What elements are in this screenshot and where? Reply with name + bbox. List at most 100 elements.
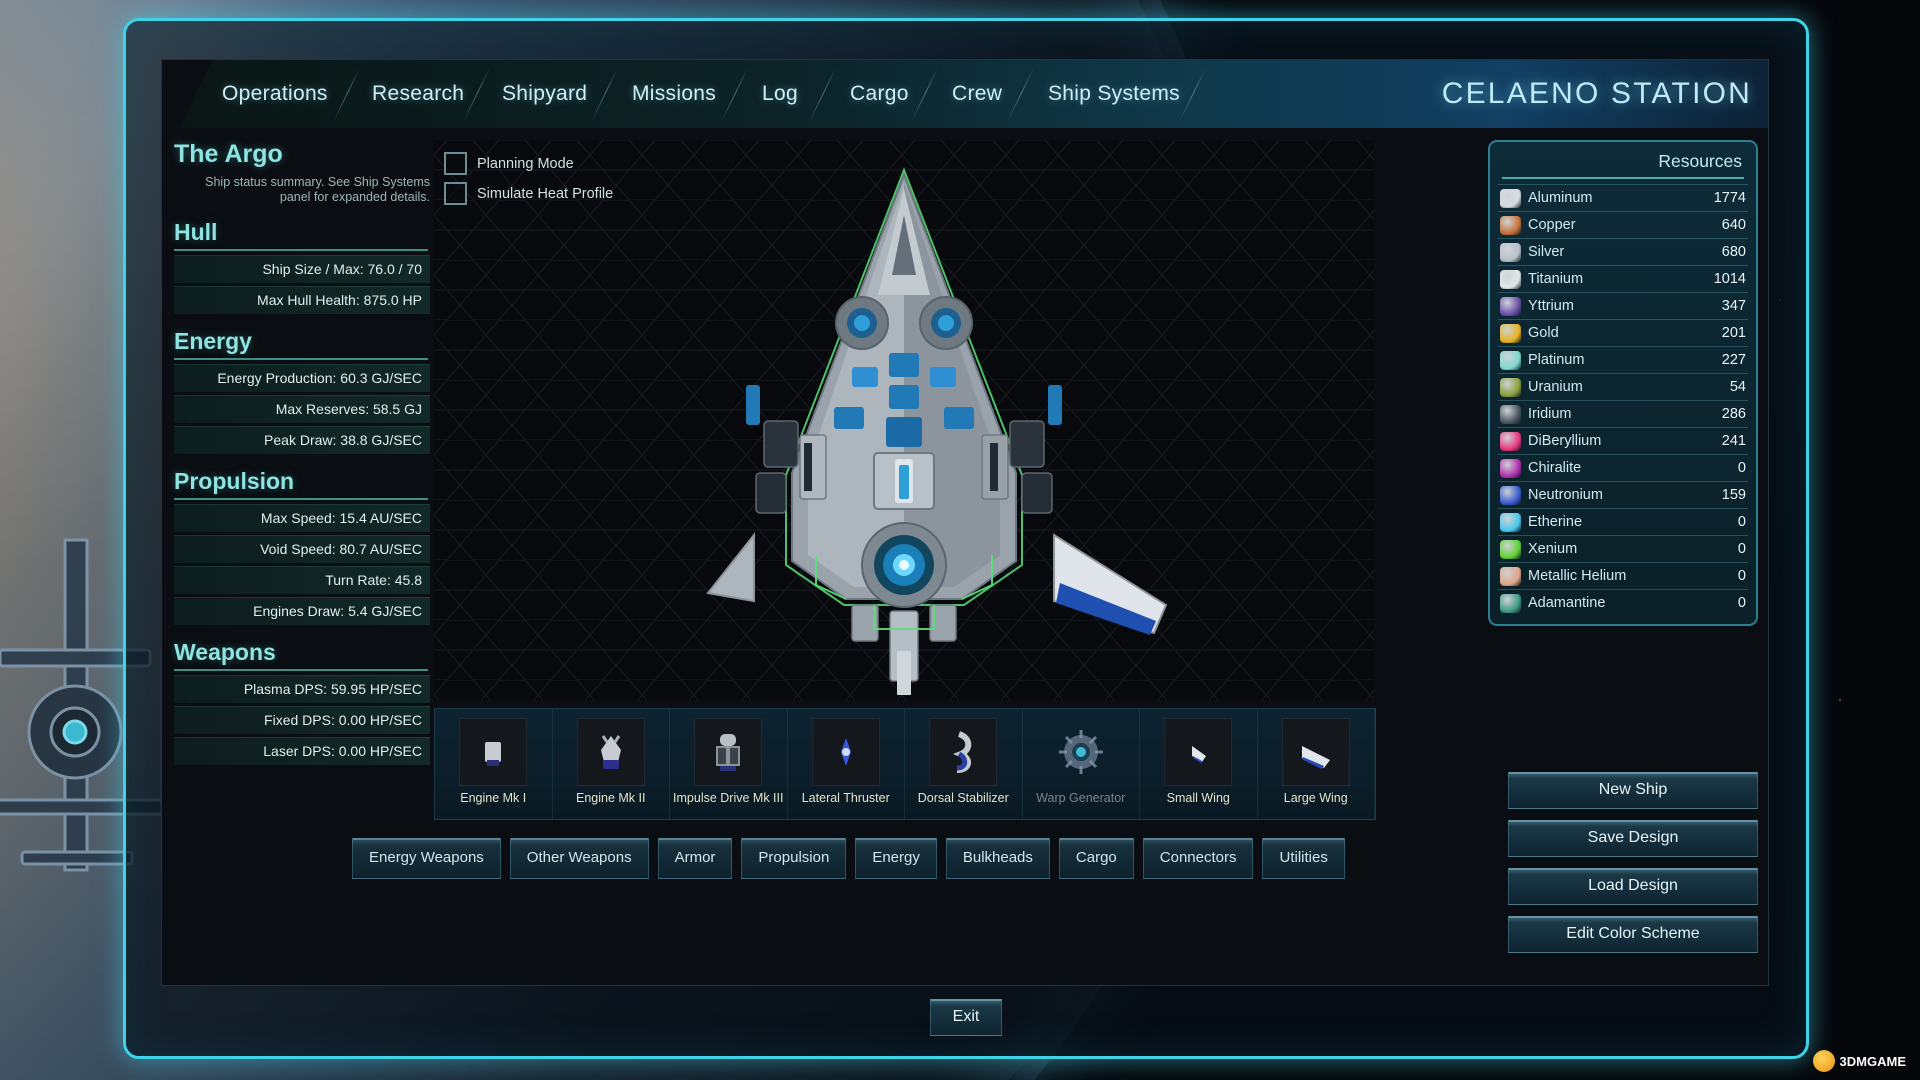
nav-item-ship-systems[interactable]: Ship Systems — [1048, 60, 1180, 128]
resource-row[interactable]: DiBeryllium 241 — [1498, 427, 1748, 454]
palette-item-label: Small Wing — [1166, 791, 1230, 805]
resource-row[interactable]: Gold 201 — [1498, 319, 1748, 346]
resource-name: Yttrium — [1528, 298, 1574, 314]
save-design-button[interactable]: Save Design — [1508, 820, 1758, 857]
new-ship-button[interactable]: New Ship — [1508, 772, 1758, 809]
category-tab-cargo[interactable]: Cargo — [1058, 838, 1134, 879]
stat-section-title: Hull — [174, 219, 218, 245]
stat-row: Plasma DPS: 59.95 HP/SEC — [174, 675, 430, 703]
palette-item-label: Lateral Thruster — [801, 791, 890, 805]
dorsal-stabilizer-icon — [929, 718, 998, 786]
resource-value: 286 — [1721, 406, 1746, 422]
ship-name: The Argo — [174, 140, 283, 168]
large-wing-icon — [1281, 718, 1350, 786]
nav-item-research[interactable]: Research — [372, 60, 464, 128]
category-tab-bulkheads[interactable]: Bulkheads — [945, 838, 1050, 879]
palette-item-label: Engine Mk I — [460, 791, 527, 805]
resource-icon — [1500, 269, 1521, 289]
resource-value: 54 — [1729, 379, 1746, 395]
ship-blueprint[interactable] — [434, 140, 1374, 700]
resource-row[interactable]: Etherine 0 — [1498, 508, 1748, 535]
resource-value: 1774 — [1713, 190, 1746, 206]
resource-row[interactable]: Aluminum 1774 — [1498, 184, 1748, 211]
stat-row: Engines Draw: 5.4 GJ/SEC — [174, 597, 430, 625]
resource-row[interactable]: Chiralite 0 — [1498, 454, 1748, 481]
category-tab-energy[interactable]: Energy — [855, 838, 937, 879]
resource-value: 347 — [1721, 298, 1746, 314]
stat-row: Void Speed: 80.7 AU/SEC — [174, 535, 430, 563]
edit-color-scheme-button[interactable]: Edit Color Scheme — [1508, 916, 1758, 953]
resource-value: 227 — [1721, 352, 1746, 368]
checkbox-box[interactable] — [444, 182, 467, 205]
resource-row[interactable]: Titanium 1014 — [1498, 265, 1748, 292]
resource-name: Titanium — [1528, 271, 1584, 287]
resource-row[interactable]: Adamantine 0 — [1498, 589, 1748, 616]
resources-title: Resources — [1658, 151, 1742, 171]
resources-list: Aluminum 1774 Copper 640 Silver 680 Titanium 10… — [1498, 184, 1748, 616]
nav-item-log[interactable]: Log — [762, 60, 798, 128]
resource-row[interactable]: Yttrium 347 — [1498, 292, 1748, 319]
resource-name: Xenium — [1528, 541, 1578, 557]
divider — [174, 249, 428, 251]
category-tab-other-weapons[interactable]: Other Weapons — [509, 838, 649, 879]
resource-name: DiBeryllium — [1528, 433, 1602, 449]
ship-design-viewport[interactable]: Planning Mode Simulate Heat Profile — [434, 140, 1374, 700]
stat-row: Peak Draw: 38.8 GJ/SEC — [174, 426, 430, 454]
nav-item-shipyard[interactable]: Shipyard — [502, 60, 587, 128]
exit-button[interactable]: Exit — [930, 999, 1002, 1036]
checkbox-box[interactable] — [444, 152, 467, 175]
resource-row[interactable]: Iridium 286 — [1498, 400, 1748, 427]
nav-separator — [1006, 68, 1035, 122]
nav-item-operations[interactable]: Operations — [222, 60, 328, 128]
resource-row[interactable]: Platinum 227 — [1498, 346, 1748, 373]
resources-panel: Resources Aluminum 1774 Copper 640 Silver 680… — [1488, 140, 1758, 626]
palette-item-engine-mk-i[interactable]: Engine Mk I — [435, 709, 553, 819]
resource-row[interactable]: Metallic Helium 0 — [1498, 562, 1748, 589]
resource-value: 0 — [1737, 541, 1746, 557]
resource-row[interactable]: Xenium 0 — [1498, 535, 1748, 562]
resource-name: Platinum — [1528, 352, 1585, 368]
resource-name: Neutronium — [1528, 487, 1603, 503]
resource-icon — [1500, 566, 1521, 586]
main-navigation: Operations Research Shipyard Missions Lo… — [162, 60, 1768, 128]
resource-icon — [1500, 539, 1521, 559]
resource-row[interactable]: Silver 680 — [1498, 238, 1748, 265]
category-tab-propulsion[interactable]: Propulsion — [741, 838, 847, 879]
resource-name: Metallic Helium — [1528, 568, 1627, 584]
watermark: 3DMGAME — [1812, 1050, 1906, 1072]
load-design-button[interactable]: Load Design — [1508, 868, 1758, 905]
nav-item-missions[interactable]: Missions — [632, 60, 716, 128]
category-tab-utilities[interactable]: Utilities — [1262, 838, 1345, 879]
resource-icon — [1500, 593, 1521, 613]
simulate-heat-profile-checkbox[interactable]: Simulate Heat Profile — [444, 182, 613, 205]
stat-section-title: Energy — [174, 328, 252, 354]
category-tabs: Energy Weapons Other Weapons Armor Propulsi… — [352, 838, 1452, 879]
divider — [174, 498, 428, 500]
palette-item-small-wing[interactable]: Small Wing — [1140, 709, 1258, 819]
nav-label: Research — [372, 82, 465, 105]
palette-item-large-wing[interactable]: Large Wing — [1258, 709, 1375, 819]
nav-separator — [332, 68, 361, 122]
engine-mk1-icon — [459, 718, 528, 786]
checkbox-label: Simulate Heat Profile — [477, 185, 614, 202]
resource-icon — [1500, 512, 1521, 532]
palette-item-engine-mk-ii[interactable]: Engine Mk II — [553, 709, 670, 819]
nav-separator — [1178, 68, 1207, 122]
category-tab-connectors[interactable]: Connectors — [1142, 838, 1254, 879]
planning-mode-checkbox[interactable]: Planning Mode — [444, 152, 574, 175]
nav-item-cargo[interactable]: Cargo — [850, 60, 909, 128]
shipyard-window: Operations Research Shipyard Missions Lo… — [123, 18, 1809, 1059]
palette-item-dorsal-stabilizer[interactable]: Dorsal Stabilizer — [905, 709, 1023, 819]
palette-item-impulse-drive-mk-iii[interactable]: Impulse Drive Mk III — [670, 709, 788, 819]
resource-row[interactable]: Copper 640 — [1498, 211, 1748, 238]
resource-row[interactable]: Neutronium 159 — [1498, 481, 1748, 508]
palette-item-lateral-thruster[interactable]: Lateral Thruster — [788, 709, 905, 819]
nav-item-crew[interactable]: Crew — [952, 60, 1002, 128]
category-tab-energy-weapons[interactable]: Energy Weapons — [352, 838, 501, 879]
palette-item-label: Impulse Drive Mk III — [673, 791, 784, 805]
resource-value: 0 — [1737, 514, 1746, 530]
resource-value: 241 — [1721, 433, 1746, 449]
stat-row: Max Reserves: 58.5 GJ — [174, 395, 430, 423]
category-tab-armor[interactable]: Armor — [657, 838, 733, 879]
resource-row[interactable]: Uranium 54 — [1498, 373, 1748, 400]
